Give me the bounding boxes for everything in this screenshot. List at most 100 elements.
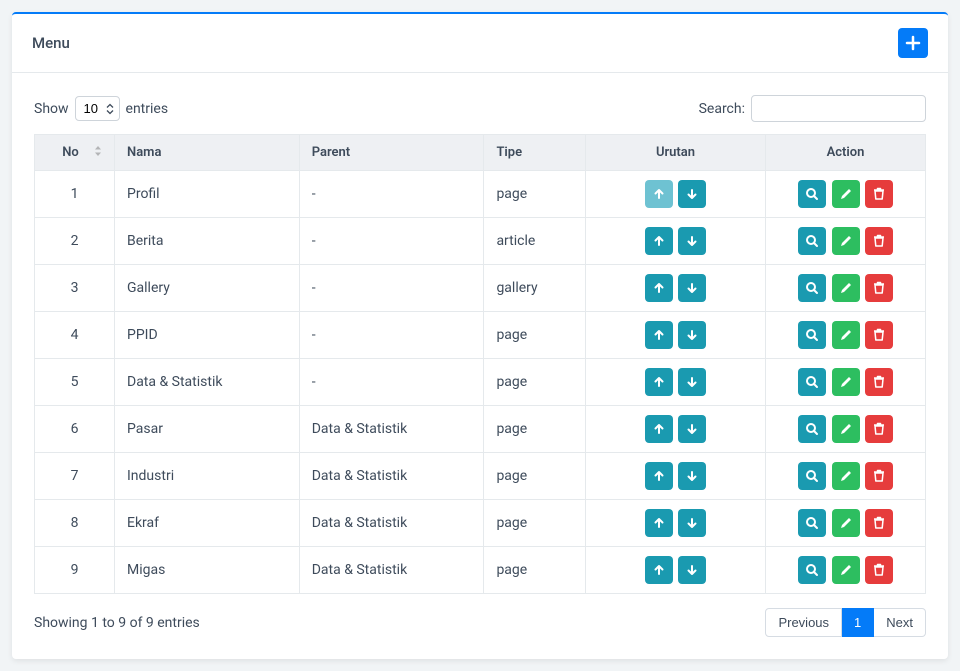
table-row: 7 Industri Data & Statistik page bbox=[35, 453, 926, 500]
view-button[interactable] bbox=[798, 227, 826, 255]
cell-urutan bbox=[586, 218, 766, 265]
prev-button[interactable]: Previous bbox=[765, 608, 842, 637]
delete-button[interactable] bbox=[865, 462, 893, 490]
page-1-button[interactable]: 1 bbox=[842, 608, 874, 637]
delete-button[interactable] bbox=[865, 227, 893, 255]
view-button[interactable] bbox=[798, 368, 826, 396]
view-button[interactable] bbox=[798, 274, 826, 302]
cell-action bbox=[766, 359, 926, 406]
cell-no: 7 bbox=[35, 453, 115, 500]
trash-icon bbox=[872, 281, 886, 295]
add-button[interactable] bbox=[898, 28, 928, 58]
delete-button[interactable] bbox=[865, 368, 893, 396]
edit-button[interactable] bbox=[832, 556, 860, 584]
move-down-button[interactable] bbox=[678, 180, 706, 208]
arrow-down-icon bbox=[685, 563, 699, 577]
trash-icon bbox=[872, 516, 886, 530]
cell-no: 2 bbox=[35, 218, 115, 265]
trash-icon bbox=[872, 234, 886, 248]
move-down-button[interactable] bbox=[678, 415, 706, 443]
delete-button[interactable] bbox=[865, 556, 893, 584]
table-controls: Show 10 entries Search: bbox=[34, 95, 926, 122]
arrow-down-icon bbox=[685, 469, 699, 483]
delete-button[interactable] bbox=[865, 509, 893, 537]
col-tipe[interactable]: Tipe bbox=[484, 135, 586, 171]
view-button[interactable] bbox=[798, 462, 826, 490]
col-nama[interactable]: Nama bbox=[115, 135, 300, 171]
col-urutan[interactable]: Urutan bbox=[586, 135, 766, 171]
pencil-icon bbox=[839, 187, 853, 201]
table-row: 5 Data & Statistik - page bbox=[35, 359, 926, 406]
view-button[interactable] bbox=[798, 321, 826, 349]
cell-parent: - bbox=[299, 359, 484, 406]
cell-nama: Data & Statistik bbox=[115, 359, 300, 406]
move-down-button[interactable] bbox=[678, 227, 706, 255]
move-up-button[interactable] bbox=[645, 415, 673, 443]
cell-action bbox=[766, 171, 926, 218]
trash-icon bbox=[872, 375, 886, 389]
cell-no: 5 bbox=[35, 359, 115, 406]
edit-button[interactable] bbox=[832, 227, 860, 255]
table-info: Showing 1 to 9 of 9 entries bbox=[34, 615, 200, 631]
view-button[interactable] bbox=[798, 415, 826, 443]
delete-button[interactable] bbox=[865, 274, 893, 302]
move-down-button[interactable] bbox=[678, 462, 706, 490]
table-row: 2 Berita - article bbox=[35, 218, 926, 265]
move-up-button[interactable] bbox=[645, 180, 673, 208]
cell-urutan bbox=[586, 312, 766, 359]
delete-button[interactable] bbox=[865, 321, 893, 349]
length-select[interactable]: 10 bbox=[75, 96, 120, 121]
entries-label: entries bbox=[126, 101, 169, 117]
pencil-icon bbox=[839, 516, 853, 530]
search-input[interactable] bbox=[751, 95, 926, 122]
edit-button[interactable] bbox=[832, 509, 860, 537]
move-up-button[interactable] bbox=[645, 368, 673, 396]
delete-button[interactable] bbox=[865, 415, 893, 443]
move-up-button[interactable] bbox=[645, 321, 673, 349]
edit-button[interactable] bbox=[832, 180, 860, 208]
view-button[interactable] bbox=[798, 509, 826, 537]
move-up-button[interactable] bbox=[645, 509, 673, 537]
edit-button[interactable] bbox=[832, 274, 860, 302]
move-down-button[interactable] bbox=[678, 321, 706, 349]
view-button[interactable] bbox=[798, 180, 826, 208]
arrow-up-icon bbox=[652, 281, 666, 295]
move-up-button[interactable] bbox=[645, 227, 673, 255]
search-icon bbox=[805, 234, 819, 248]
cell-parent: Data & Statistik bbox=[299, 547, 484, 594]
edit-button[interactable] bbox=[832, 462, 860, 490]
edit-button[interactable] bbox=[832, 415, 860, 443]
show-label: Show bbox=[34, 101, 69, 117]
move-down-button[interactable] bbox=[678, 556, 706, 584]
next-button[interactable]: Next bbox=[874, 608, 926, 637]
move-up-button[interactable] bbox=[645, 556, 673, 584]
move-up-button[interactable] bbox=[645, 462, 673, 490]
search-label: Search: bbox=[699, 101, 745, 117]
card-body: Show 10 entries Search: bbox=[12, 73, 948, 659]
arrow-down-icon bbox=[685, 234, 699, 248]
trash-icon bbox=[872, 422, 886, 436]
cell-nama: PPID bbox=[115, 312, 300, 359]
col-action[interactable]: Action bbox=[766, 135, 926, 171]
col-parent[interactable]: Parent bbox=[299, 135, 484, 171]
search-icon bbox=[805, 469, 819, 483]
move-up-button[interactable] bbox=[645, 274, 673, 302]
cell-tipe: page bbox=[484, 406, 586, 453]
col-no[interactable]: No bbox=[35, 135, 115, 171]
arrow-up-icon bbox=[652, 563, 666, 577]
arrow-up-icon bbox=[652, 469, 666, 483]
move-down-button[interactable] bbox=[678, 509, 706, 537]
delete-button[interactable] bbox=[865, 180, 893, 208]
edit-button[interactable] bbox=[832, 368, 860, 396]
cell-tipe: gallery bbox=[484, 265, 586, 312]
cell-tipe: page bbox=[484, 547, 586, 594]
move-down-button[interactable] bbox=[678, 368, 706, 396]
cell-urutan bbox=[586, 171, 766, 218]
move-down-button[interactable] bbox=[678, 274, 706, 302]
view-button[interactable] bbox=[798, 556, 826, 584]
arrow-up-icon bbox=[652, 328, 666, 342]
edit-button[interactable] bbox=[832, 321, 860, 349]
table-row: 1 Profil - page bbox=[35, 171, 926, 218]
cell-action bbox=[766, 406, 926, 453]
pagination: Previous 1 Next bbox=[765, 608, 926, 637]
